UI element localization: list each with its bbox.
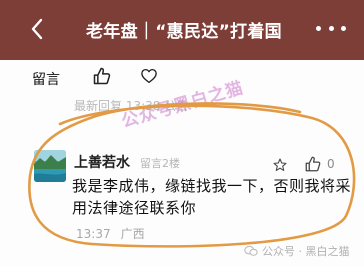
chevron-left-icon	[31, 18, 43, 40]
landscape-avatar-image	[34, 150, 66, 182]
back-button[interactable]	[24, 16, 50, 42]
top-nav-bar: 老年盘｜“惠民达”打着国	[0, 0, 364, 60]
comment-like-icon[interactable]	[304, 155, 322, 173]
comment-meta: 13:37 广西	[76, 225, 145, 242]
source-credit: 公众号 · 黑白之猫	[244, 243, 350, 259]
comment-text: 我是李成伟，缘链找我一下，否则我将采用法律途径联系你	[72, 177, 352, 217]
comment-time: 13:37	[76, 227, 111, 241]
article-title: 老年盘｜“惠民达”打着国	[86, 22, 282, 42]
wechat-icon	[244, 245, 258, 256]
more-options-button[interactable]	[316, 18, 346, 38]
like-count: 0	[327, 157, 335, 171]
comment-username[interactable]: 上善若水	[74, 152, 130, 172]
more-dots-icon	[316, 25, 321, 31]
avatar[interactable]	[34, 150, 66, 182]
thumbs-up-icon[interactable]	[92, 66, 112, 86]
comment-button[interactable]: 留言	[32, 69, 60, 89]
heart-icon[interactable]	[140, 67, 158, 85]
comment-location: 广西	[120, 227, 145, 241]
credit-text: 公众号 · 黑白之猫	[262, 245, 350, 258]
reply-label: 留言2楼	[140, 157, 180, 170]
star-icon[interactable]	[272, 157, 288, 173]
